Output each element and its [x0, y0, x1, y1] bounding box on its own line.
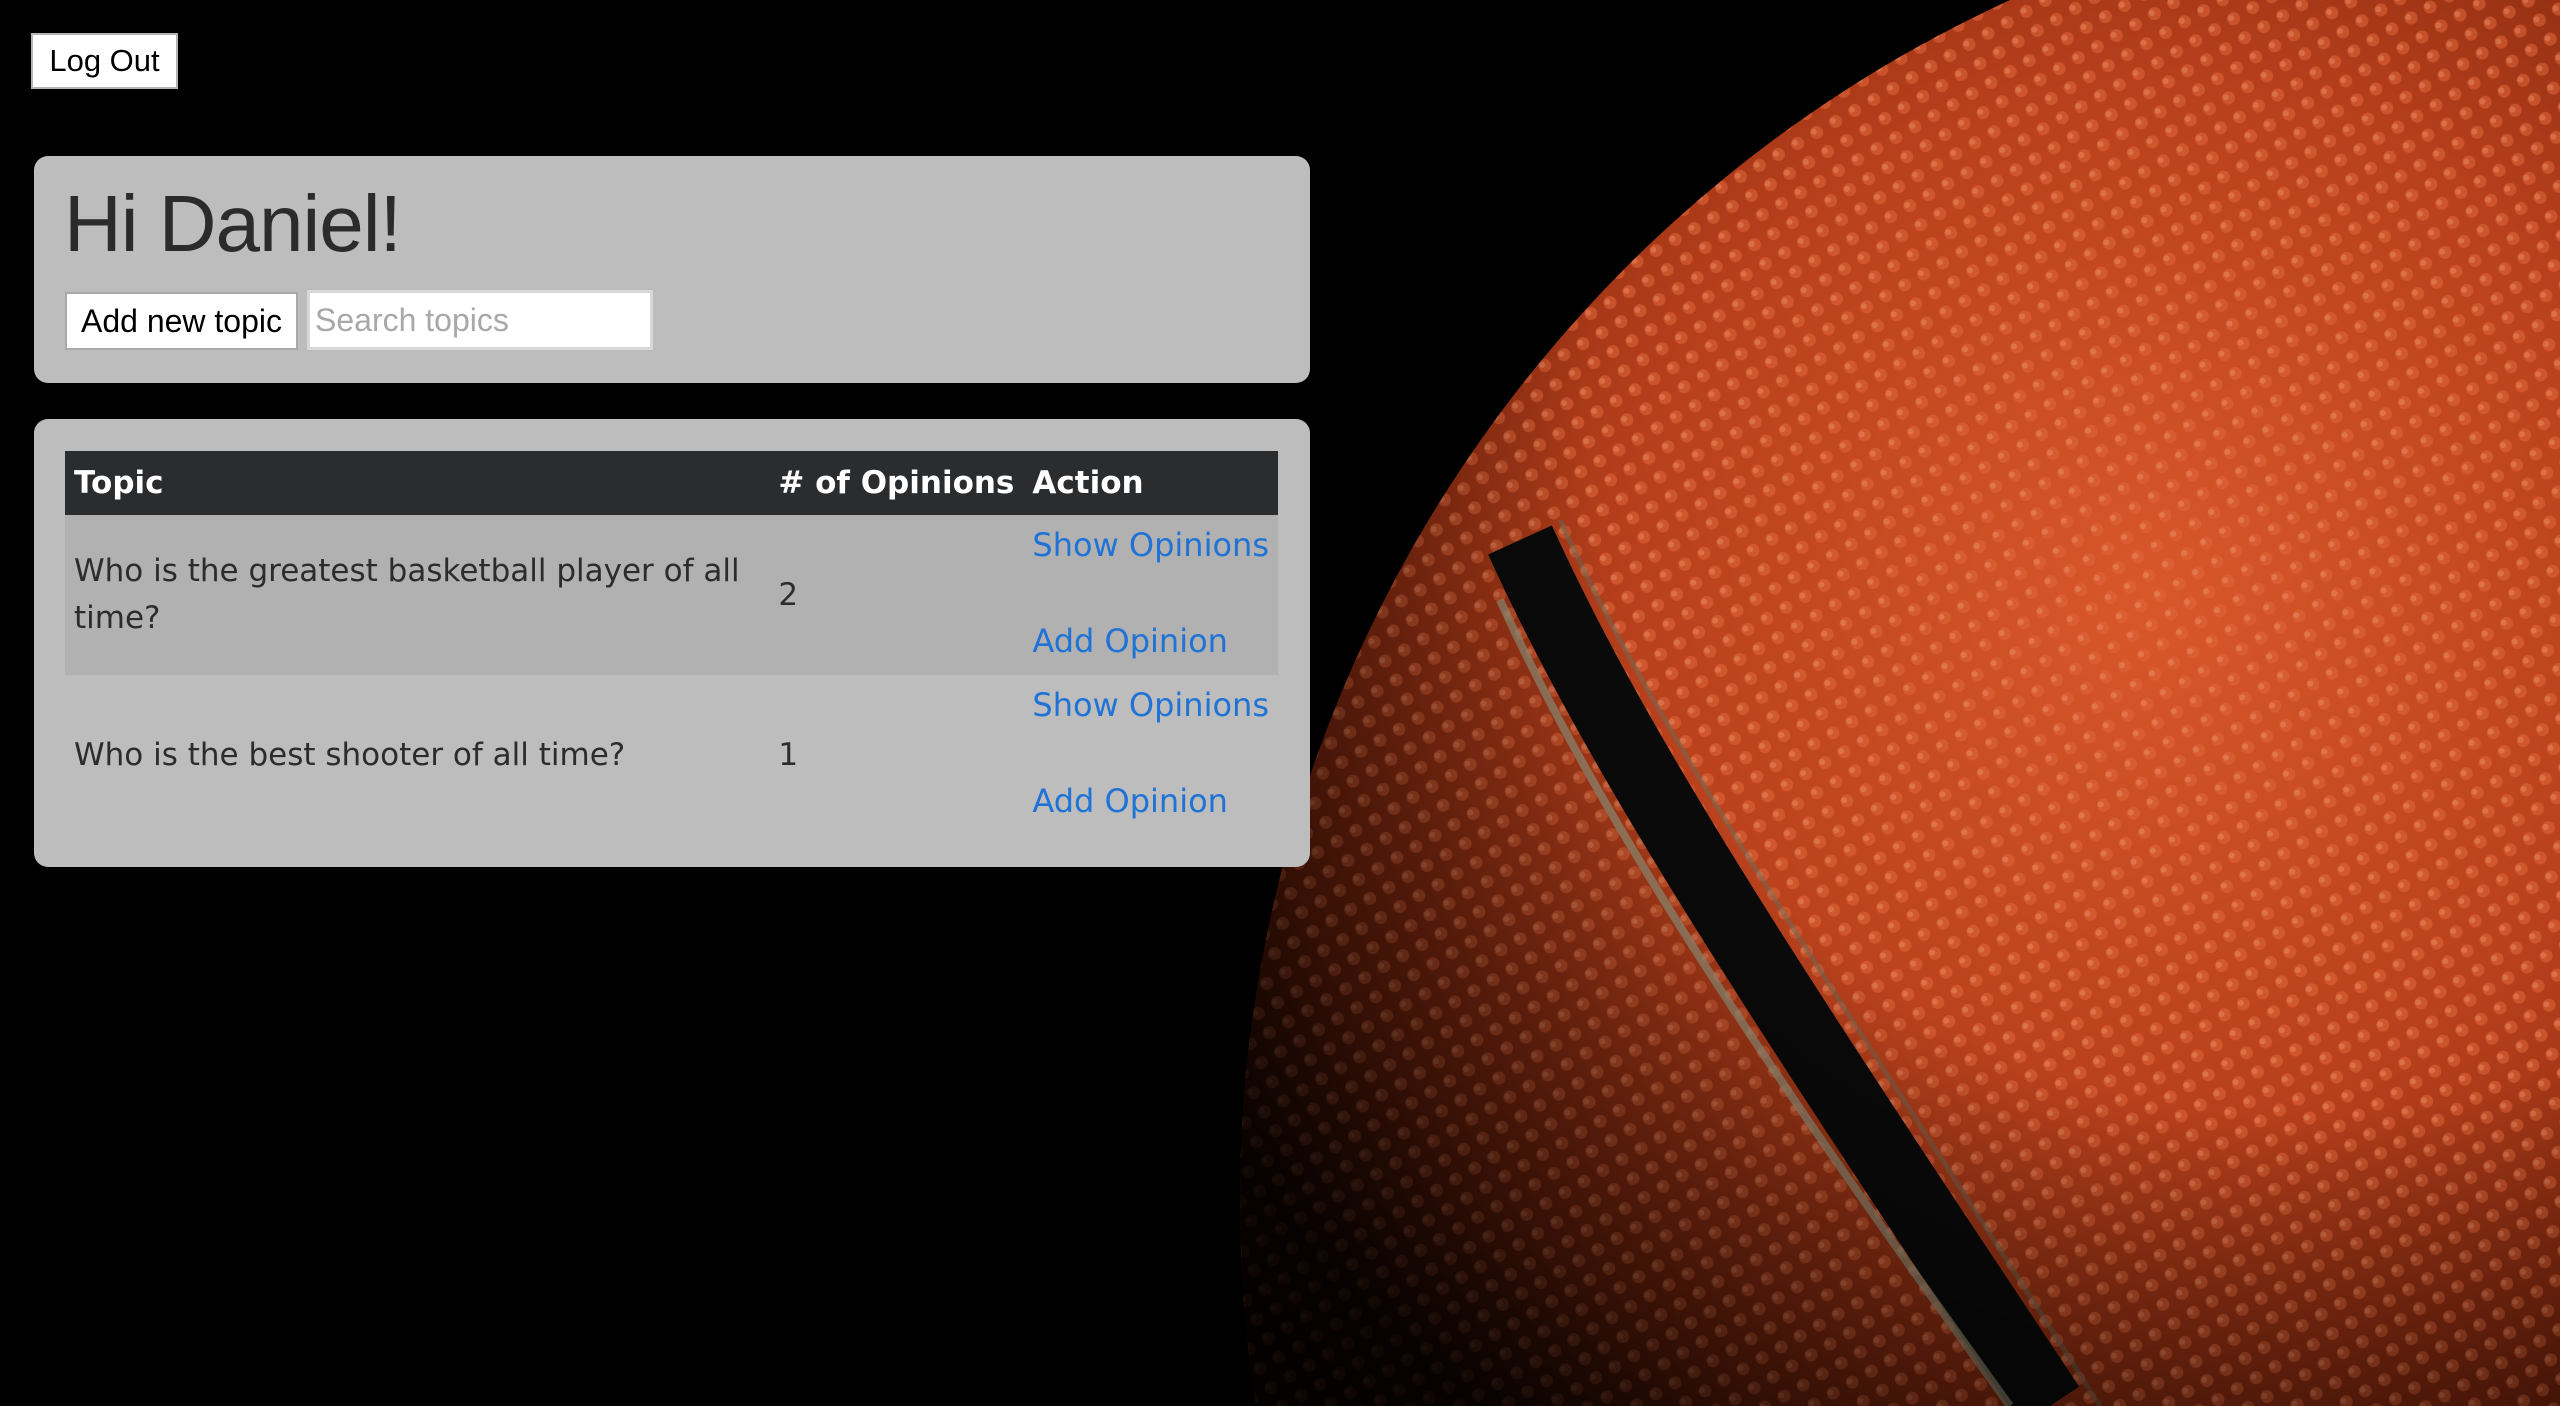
table-header-row: Topic # of Opinions Action — [65, 451, 1278, 515]
topics-table: Topic # of Opinions Action Who is the gr… — [65, 451, 1278, 835]
show-opinions-link[interactable]: Show Opinions — [1032, 525, 1269, 565]
opinion-count-cell: 2 — [769, 515, 1024, 675]
column-header-opinions: # of Opinions — [769, 451, 1024, 515]
action-cell: Show Opinions Add Opinion — [1023, 515, 1278, 675]
topics-panel: Topic # of Opinions Action Who is the gr… — [34, 419, 1310, 867]
topic-cell: Who is the greatest basketball player of… — [65, 515, 770, 675]
action-cell: Show Opinions Add Opinion — [1023, 675, 1278, 835]
column-header-action: Action — [1023, 451, 1278, 515]
add-new-topic-button[interactable]: Add new topic — [65, 292, 298, 350]
add-opinion-link[interactable]: Add Opinion — [1032, 781, 1269, 821]
show-opinions-link[interactable]: Show Opinions — [1032, 685, 1269, 725]
header-panel: Hi Daniel! Add new topic — [34, 156, 1310, 383]
table-row: Who is the greatest basketball player of… — [65, 515, 1278, 675]
search-topics-input[interactable] — [307, 290, 653, 350]
logout-button[interactable]: Log Out — [31, 33, 178, 89]
column-header-topic: Topic — [65, 451, 770, 515]
opinion-count-cell: 1 — [778, 736, 799, 773]
greeting-heading: Hi Daniel! — [64, 179, 402, 268]
add-opinion-link[interactable]: Add Opinion — [1032, 621, 1269, 661]
topic-cell: Who is the best shooter of all time? — [74, 736, 626, 773]
table-row: Who is the best shooter of all time? 1 S… — [65, 675, 1278, 835]
